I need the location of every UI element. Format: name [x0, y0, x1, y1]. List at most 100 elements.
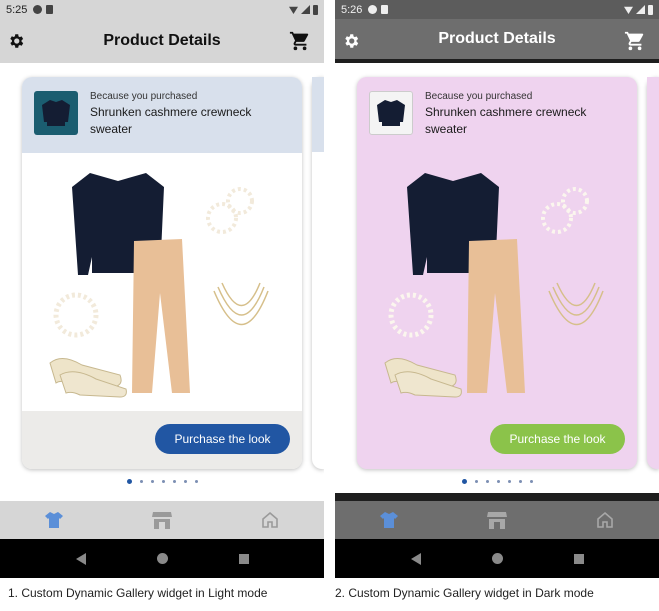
recents-square-icon[interactable]	[238, 553, 249, 564]
status-indicators	[624, 4, 653, 15]
outfit-image	[22, 153, 302, 411]
carousel-indicator	[0, 479, 324, 484]
carousel-dot[interactable]	[150, 480, 154, 483]
nav-tab-apparel[interactable]	[377, 509, 401, 531]
gear-icon	[10, 34, 24, 48]
outfit-illustration	[384, 173, 604, 398]
page-title: Product Details	[103, 32, 221, 49]
cart-button[interactable]	[288, 29, 312, 53]
card-header-text: Because you purchased Shrunken cashmere …	[425, 91, 605, 138]
status-time: 5:25	[6, 3, 28, 16]
product-thumbnail	[34, 91, 78, 135]
bracelet-graphic	[53, 292, 99, 338]
signal-icon	[301, 5, 310, 14]
notification-icon	[368, 5, 378, 14]
wifi-icon	[289, 6, 298, 14]
purchased-product-name: Shrunken cashmere crewneck sweater	[90, 105, 252, 136]
carousel-dot-active[interactable]	[461, 479, 467, 484]
trousers-graphic	[132, 239, 190, 393]
necklace-graphic	[221, 282, 261, 306]
purchase-look-button[interactable]: Purchase the look	[490, 424, 625, 454]
caption-light-mode: 1. Custom Dynamic Gallery widget in Ligh…	[8, 586, 268, 600]
phone-dark-mode: 5:26 Product Details Because you purchas…	[335, 0, 659, 578]
status-bar: 5:26	[335, 0, 659, 19]
system-navigation-bar	[0, 539, 324, 578]
card-footer: Purchase the look	[357, 411, 637, 469]
nav-tab-store[interactable]	[150, 509, 174, 531]
cart-button[interactable]	[623, 29, 647, 53]
settings-button[interactable]	[4, 29, 28, 53]
nav-tab-home[interactable]	[258, 509, 282, 531]
carousel-dot[interactable]	[529, 480, 533, 483]
storefront-icon	[152, 512, 172, 529]
shopping-cart-icon	[624, 31, 644, 51]
battery-icon	[648, 4, 653, 15]
carousel-dot[interactable]	[474, 480, 478, 483]
caption-dark-mode: 2. Custom Dynamic Gallery widget in Dark…	[335, 586, 594, 600]
carousel-dot[interactable]	[496, 480, 500, 483]
shopping-cart-icon	[289, 31, 309, 51]
app-bar: Product Details	[335, 19, 659, 63]
earring-graphic-2	[226, 187, 254, 215]
back-triangle-icon[interactable]	[410, 552, 421, 565]
home-circle-icon[interactable]	[156, 553, 168, 564]
nav-tab-store[interactable]	[485, 509, 509, 531]
carousel-dot[interactable]	[161, 480, 165, 483]
carousel-dot[interactable]	[485, 480, 489, 483]
carousel-dot[interactable]	[139, 480, 143, 483]
look-card[interactable]: Because you purchased Shrunken cashmere …	[22, 77, 302, 469]
carousel-dot[interactable]	[183, 480, 187, 483]
carousel-dot[interactable]	[172, 480, 176, 483]
product-thumbnail	[369, 91, 413, 135]
outfit-illustration	[49, 173, 269, 398]
wifi-icon	[624, 6, 633, 14]
outfit-image	[357, 153, 637, 411]
app-bar: Product Details	[0, 19, 324, 63]
earring-graphic-2	[561, 187, 589, 215]
status-bar: 5:25	[0, 0, 324, 19]
page-title: Product Details	[438, 30, 556, 47]
signal-icon	[636, 5, 645, 14]
system-navigation-bar	[335, 539, 659, 578]
storefront-icon	[487, 512, 507, 529]
home-icon	[597, 511, 613, 528]
phone-light-mode: 5:25 Product Details Because you purchas…	[0, 0, 324, 578]
bracelet-graphic	[388, 292, 434, 338]
comparison-screenshot: 5:25 Product Details Because you purchas…	[0, 0, 659, 611]
carousel-indicator	[335, 479, 659, 484]
recommendation-eyebrow: Because you purchased	[425, 91, 533, 102]
nav-tab-home[interactable]	[593, 509, 617, 531]
card-header-text: Because you purchased Shrunken cashmere …	[90, 91, 270, 138]
nav-tab-apparel[interactable]	[42, 509, 66, 531]
earring-graphic	[206, 202, 238, 234]
carousel-dot[interactable]	[194, 480, 198, 483]
next-card-peek[interactable]	[312, 77, 324, 469]
sweater-thumbnail-icon	[42, 100, 70, 126]
tshirt-icon	[45, 512, 63, 528]
bottom-navigation	[0, 501, 324, 539]
status-time: 5:26	[341, 3, 363, 16]
purchased-product-name: Shrunken cashmere crewneck sweater	[425, 105, 587, 136]
look-card[interactable]: Because you purchased Shrunken cashmere …	[357, 77, 637, 469]
sweater-thumbnail-icon	[377, 100, 405, 126]
next-card-peek[interactable]	[647, 77, 659, 469]
card-header: Because you purchased Shrunken cashmere …	[357, 77, 637, 153]
status-indicators	[289, 4, 318, 15]
necklace-graphic	[556, 282, 596, 306]
notification-icon	[33, 5, 43, 14]
card-footer: Purchase the look	[22, 411, 302, 469]
home-circle-icon[interactable]	[491, 553, 503, 564]
recommendation-eyebrow: Because you purchased	[90, 91, 198, 102]
battery-icon	[313, 4, 318, 15]
tshirt-icon	[380, 512, 398, 528]
settings-button[interactable]	[339, 29, 363, 53]
back-triangle-icon[interactable]	[75, 552, 86, 565]
carousel-dot[interactable]	[518, 480, 522, 483]
carousel-dot[interactable]	[507, 480, 511, 483]
carousel-dot-active[interactable]	[126, 479, 132, 484]
purchase-look-button[interactable]: Purchase the look	[155, 424, 290, 454]
home-icon	[262, 511, 278, 528]
trousers-graphic	[467, 239, 525, 393]
sd-card-icon	[46, 5, 54, 14]
recents-square-icon[interactable]	[573, 553, 584, 564]
